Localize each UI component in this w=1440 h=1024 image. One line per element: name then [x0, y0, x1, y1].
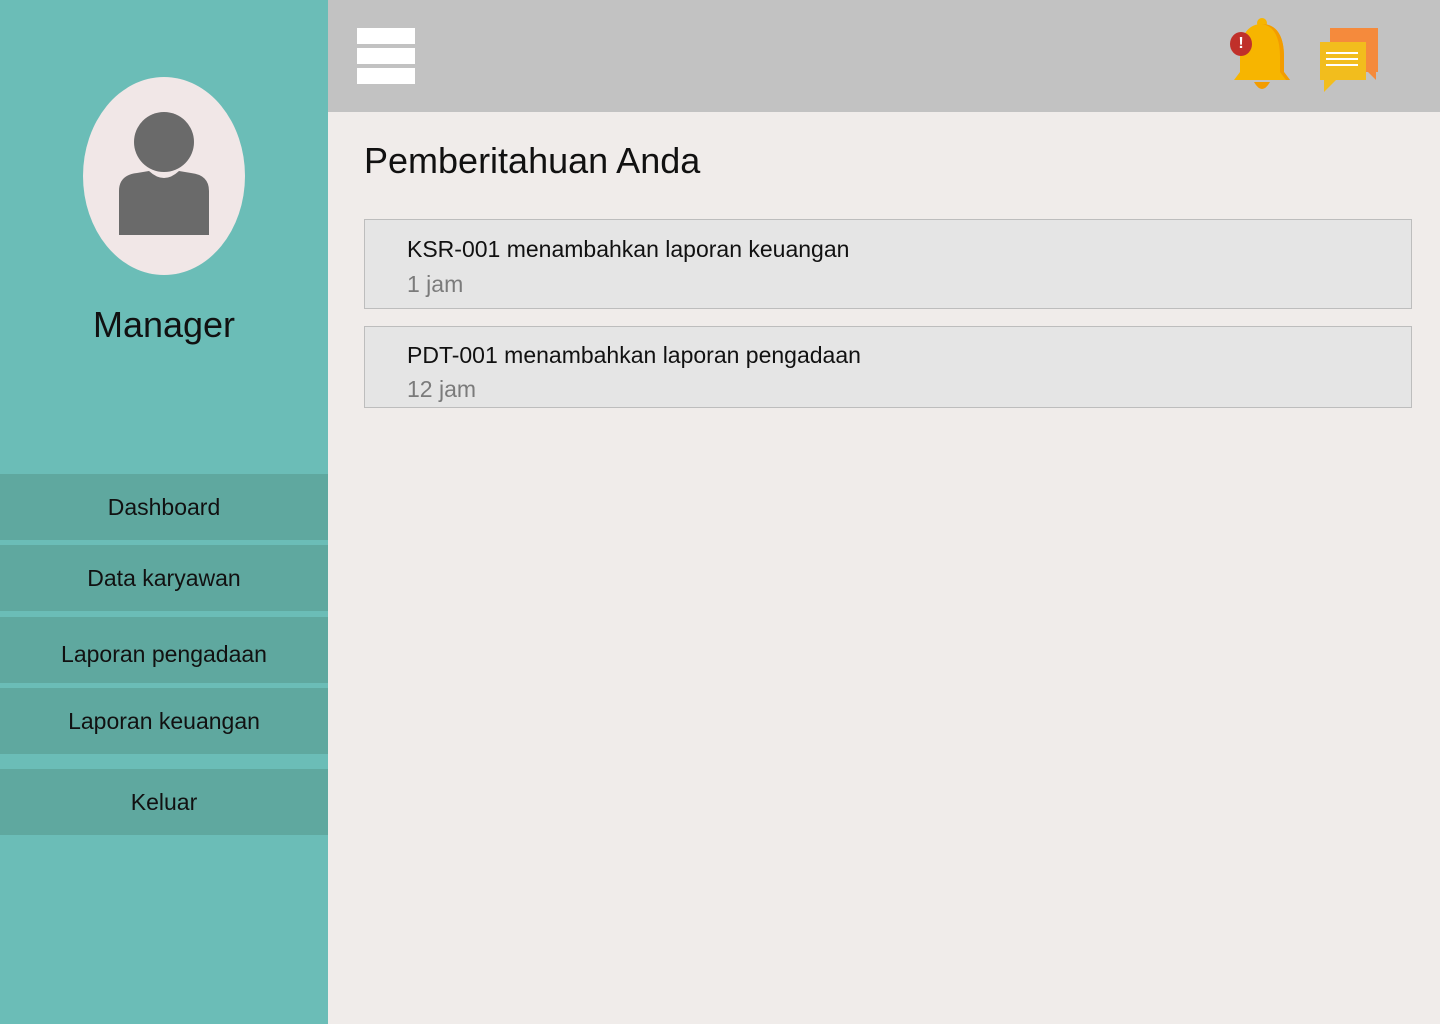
sidebar-item-label: Dashboard — [107, 493, 221, 520]
sidebar-item-label: Laporan keuangan — [68, 707, 260, 734]
notification-item[interactable]: KSR-001 menambahkan laporan keuangan 1 j… — [364, 219, 1412, 309]
sidebar-item-data-karyawan[interactable]: Data karyawan — [0, 545, 328, 611]
sidebar-item-laporan-pengadaan[interactable]: Laporan pengadaan — [0, 617, 328, 683]
avatar — [83, 77, 245, 275]
topbar: ! — [328, 0, 1440, 112]
bell-icon[interactable]: ! — [1228, 16, 1294, 96]
notification-badge: ! — [1230, 32, 1252, 56]
sidebar-item-label: Keluar — [130, 788, 198, 815]
sidebar: Manager Dashboard Data karyawan Laporan … — [0, 0, 328, 1024]
sidebar-item-label: Data karyawan — [87, 564, 241, 591]
sidebar-item-dashboard[interactable]: Dashboard — [0, 474, 328, 540]
sidebar-item-laporan-keuangan[interactable]: Laporan keuangan — [0, 688, 328, 754]
hamburger-icon[interactable] — [357, 28, 415, 84]
sidebar-item-label: Laporan pengadaan — [61, 640, 267, 667]
notification-message: KSR-001 menambahkan laporan keuangan — [407, 236, 850, 262]
user-role: Manager — [92, 304, 236, 345]
notification-time: 1 jam — [407, 271, 464, 297]
notification-item[interactable]: PDT-001 menambahkan laporan pengadaan 12… — [364, 326, 1412, 408]
chat-icon[interactable] — [1318, 26, 1380, 96]
notification-time: 12 jam — [407, 376, 477, 402]
user-icon — [119, 112, 209, 235]
sidebar-item-keluar[interactable]: Keluar — [0, 769, 328, 835]
page-title: Pemberitahuan Anda — [364, 140, 701, 181]
notification-message: PDT-001 menambahkan laporan pengadaan — [407, 342, 861, 368]
